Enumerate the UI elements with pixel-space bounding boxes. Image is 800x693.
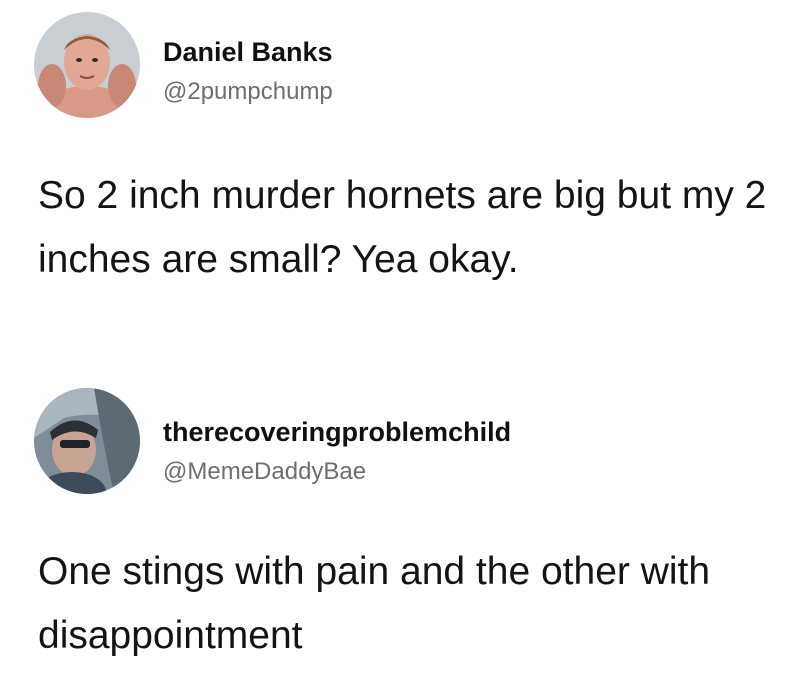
user-handle[interactable]: @2pumpchump [163, 78, 333, 106]
tweet-text: So 2 inch murder hornets are big but my … [38, 174, 767, 281]
user-handle[interactable]: @MemeDaddyBae [163, 458, 366, 486]
profile-photo-icon [34, 12, 140, 118]
display-name[interactable]: therecoveringproblemchild [163, 417, 511, 448]
tweet-card: therecoveringproblemchild @MemeDaddyBae … [0, 380, 800, 693]
tweet-card: Daniel Banks @2pumpchump So 2 inch murde… [0, 0, 800, 380]
tweet-text: One stings with pain and the other with … [38, 550, 711, 657]
profile-photo-icon [34, 388, 140, 494]
avatar[interactable] [34, 388, 140, 494]
display-name[interactable]: Daniel Banks [163, 37, 333, 68]
avatar[interactable] [34, 12, 140, 118]
